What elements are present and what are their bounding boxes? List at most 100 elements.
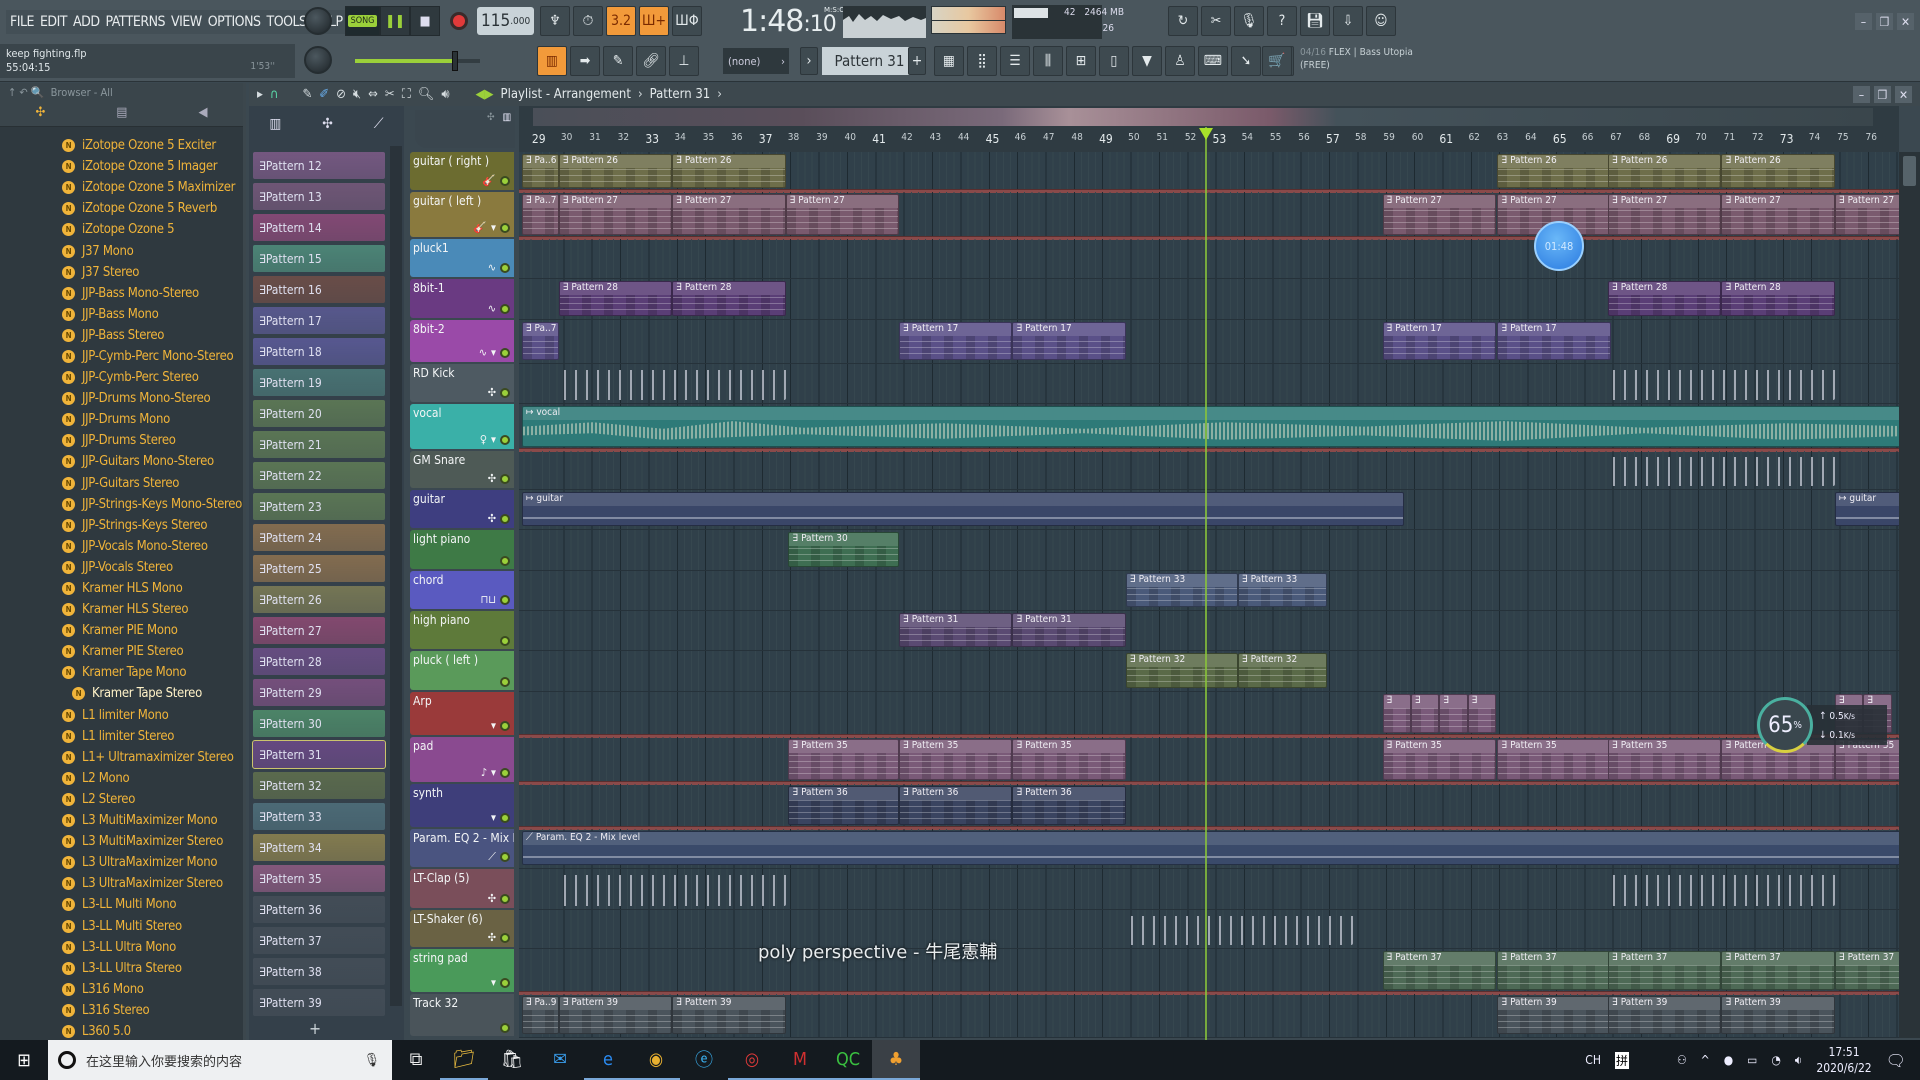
master-pitch-knob[interactable] <box>304 46 332 74</box>
track-header[interactable]: LT-Shaker (6) ✣ <box>410 910 514 947</box>
menu-options[interactable]: OPTIONS <box>208 14 261 30</box>
pattern-clip[interactable]: ∃ Pattern 39 <box>558 996 673 1034</box>
track-header[interactable]: 8bit-1 ∿ <box>410 279 514 318</box>
pattern-clip[interactable]: ∃ Pattern 35 <box>1608 739 1722 780</box>
store-icon[interactable]: 🛍︎ <box>488 1040 536 1080</box>
minimize-button[interactable]: – <box>1855 13 1872 30</box>
browser-item[interactable]: N L3 MultiMaximizer Stereo <box>0 831 243 852</box>
pattern-item[interactable]: ∃ Pattern 19 <box>253 369 385 396</box>
pattern-clip[interactable]: ∃ Pattern 39 <box>1497 996 1611 1034</box>
browser-item[interactable]: N L1 limiter Mono <box>0 705 243 726</box>
pattern-clip[interactable]: ∃ Pattern 37 <box>1497 951 1611 990</box>
pattern-item[interactable]: ∃ Pattern 14 <box>253 214 385 241</box>
clock[interactable]: 17:51 2020/6/22 <box>1816 1044 1871 1076</box>
pattern-clip[interactable]: ∃ Pattern 36 <box>899 786 1013 825</box>
help-icon[interactable]: ? <box>1267 6 1297 36</box>
tray-app-icon[interactable]: ● <box>1724 1053 1733 1067</box>
menu-tools[interactable]: TOOLS <box>267 14 308 30</box>
audio-clip[interactable]: ↦ guitar <box>521 492 1404 526</box>
dropdown-icon[interactable]: ▾ <box>491 811 496 824</box>
browser-nav-icons[interactable]: ↑ ↶ 🔍 <box>8 86 45 102</box>
browser-item[interactable]: NiZotope Ozone 5 Imager <box>0 156 243 177</box>
battery-icon[interactable]: ▭ <box>1747 1053 1757 1067</box>
language-indicator[interactable]: CH <box>1585 1053 1601 1067</box>
pattern-clip[interactable]: ∃ <box>1382 694 1411 733</box>
select-tool-icon[interactable]: ⛶ <box>402 87 411 102</box>
menu-add[interactable]: ADD <box>73 14 100 30</box>
overview-strip[interactable] <box>533 108 1873 126</box>
automation-icon[interactable]: ⟋ <box>374 116 384 132</box>
people-icon[interactable]: ⚇ <box>1677 1053 1687 1067</box>
pattern-item[interactable]: ∃ Pattern 28 <box>253 648 385 675</box>
pattern-clip[interactable]: ∃ Pattern 31 <box>1012 613 1126 647</box>
master-volume-knob[interactable] <box>304 7 332 35</box>
pattern-clip[interactable]: ∃ Pattern 35 <box>1012 739 1126 780</box>
master-slider[interactable] <box>355 51 480 71</box>
pattern-clip[interactable]: ∃ Pattern 17 <box>1382 322 1496 360</box>
pattern-clip[interactable]: ∃ <box>1467 694 1496 733</box>
pattern-clip[interactable]: ∃ Pattern 17 <box>1497 322 1611 360</box>
slip-tool-icon[interactable]: ⇔ <box>368 87 378 102</box>
track-header[interactable]: guitar ( right ) 🎸 <box>410 152 514 190</box>
pattern-clip[interactable]: ∃ <box>1439 694 1468 733</box>
link-icon[interactable]: 🔗︎ <box>636 46 666 76</box>
mixer-icon[interactable]: ⫼ <box>1033 46 1063 76</box>
blend-notes-icon[interactable]: Ш+ <box>639 6 669 36</box>
pattern-clip[interactable]: ∃ Pa..6 <box>521 154 559 188</box>
file-explorer-icon[interactable]: 📁︎ <box>440 1040 488 1080</box>
pattern-clip[interactable]: ∃ Pattern 27 <box>1608 194 1722 235</box>
delete-tool-icon[interactable]: ⊘ <box>336 87 346 102</box>
pattern-clip[interactable]: ∃ Pattern 26 <box>558 154 673 188</box>
plugin-picker-icon[interactable]: ▯ <box>1099 46 1129 76</box>
wait-input-icon[interactable]: ⏱ <box>573 6 603 36</box>
pattern-item[interactable]: ∃ Pattern 39 <box>253 989 385 1016</box>
pattern-clip[interactable]: ∃ Pattern 35 <box>1497 739 1611 780</box>
record-button[interactable] <box>450 12 468 30</box>
pattern-clip[interactable]: ∃ Pattern 32 <box>1125 653 1238 688</box>
pattern-item[interactable]: ∃ Pattern 20 <box>253 400 385 427</box>
pattern-item[interactable]: ∃ Pattern 18 <box>253 338 385 365</box>
undo-icon[interactable]: ↻ <box>1168 6 1198 36</box>
pattern-item[interactable]: ∃ Pattern 26 <box>253 586 385 613</box>
track-enable-led[interactable] <box>500 677 510 687</box>
pattern-item[interactable]: ∃ Pattern 13 <box>253 183 385 210</box>
browser-item[interactable]: N L1+ Ultramaximizer Stereo <box>0 747 243 768</box>
files-icon[interactable]: ▤ <box>116 105 127 126</box>
pattern-clip[interactable]: ∃ Pattern 32 <box>1237 653 1328 688</box>
pattern-item[interactable]: ∃ Pattern 37 <box>253 927 385 954</box>
song-mode-button[interactable]: SONG <box>345 6 380 36</box>
pattern-clip[interactable]: ∃ Pattern 28 <box>1721 281 1835 316</box>
track-enable-led[interactable] <box>500 767 510 778</box>
track-enable-led[interactable] <box>500 720 510 731</box>
pattern-item[interactable]: ∃ Pattern 17 <box>253 307 385 334</box>
task-view-icon[interactable]: ⧉ <box>392 1040 440 1080</box>
pattern-item[interactable]: ∃ Pattern 16 <box>253 276 385 303</box>
browser-item[interactable]: N L3 UltraMaximizer Mono <box>0 852 243 873</box>
pattern-clip[interactable]: ∃ Pattern 27 <box>1834 194 1899 235</box>
hint-icon[interactable]: ➘ <box>1231 46 1261 76</box>
track-header[interactable]: Track 32 <box>410 994 514 1036</box>
browser-item[interactable]: N L3-LL Multi Mono <box>0 894 243 915</box>
dropdown-icon[interactable]: ▾ <box>491 433 496 446</box>
browser-item[interactable]: N J37 Stereo <box>0 262 243 283</box>
pattern-clip[interactable]: ∃ Pattern 26 <box>672 154 786 188</box>
browser-item[interactable]: N JJP-Cymb-Perc Mono-Stereo <box>0 346 243 367</box>
audio-hits-clip[interactable] <box>1125 912 1353 945</box>
track-header[interactable]: pluck1 ∿ <box>410 239 514 277</box>
audio-hits-clip[interactable] <box>1608 871 1835 906</box>
pattern-clip[interactable]: ∃ Pattern 37 <box>1382 951 1496 990</box>
browser-item[interactable]: N JJP-Bass Mono-Stereo <box>0 283 243 304</box>
stamp-icon[interactable]: ⊥ <box>669 46 699 76</box>
paint-tool-icon[interactable]: ✐ <box>319 87 329 102</box>
track-enable-led[interactable] <box>500 434 510 445</box>
pattern-clip[interactable]: ∃ Pattern 35 <box>788 739 899 780</box>
save-icon[interactable]: 💾︎ <box>1300 6 1330 36</box>
track-enable-led[interactable] <box>500 556 510 566</box>
browser-icon[interactable]: ⊞ <box>1066 46 1096 76</box>
track-enable-led[interactable] <box>500 932 510 943</box>
dropdown-icon[interactable]: ▾ <box>491 346 496 359</box>
volume-icon[interactable]: 🔉︎ <box>1795 1053 1803 1068</box>
speaker-icon[interactable]: ◀ <box>198 105 207 126</box>
browser-title[interactable]: Browser - All <box>51 86 113 102</box>
track-enable-led[interactable] <box>500 175 510 186</box>
